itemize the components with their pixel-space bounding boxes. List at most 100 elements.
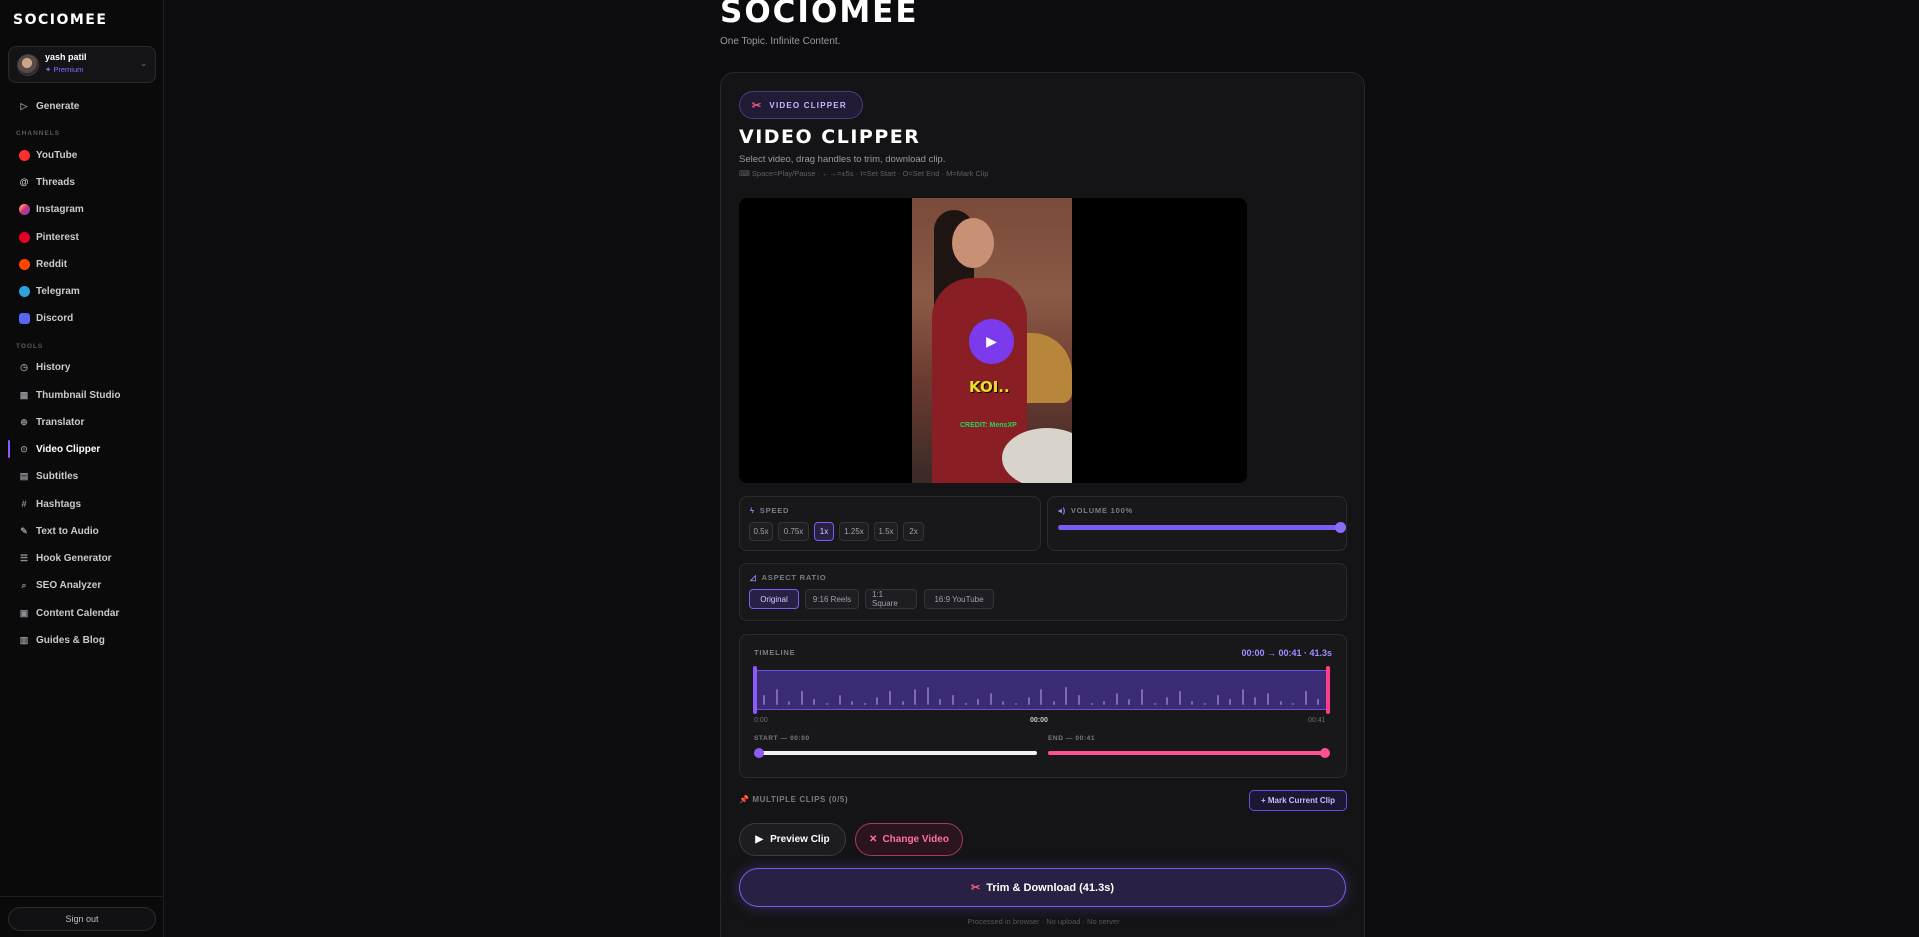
clock-icon: ◷ [20, 361, 28, 372]
waveform-tick [826, 703, 828, 705]
waveform-tick [1141, 689, 1143, 705]
speed-option-1.25x[interactable]: 1.25x [839, 522, 869, 541]
sidebar-logo[interactable]: SOCIOMEE [13, 12, 107, 28]
sidebar-item-reddit[interactable]: Reddit [8, 254, 158, 274]
timeline-label: TIMELINE [754, 648, 796, 657]
waveform-tick [775, 689, 778, 705]
mark-current-clip-button[interactable]: + Mark Current Clip [1249, 790, 1347, 811]
change-video-button[interactable]: ✕ Change Video [855, 823, 963, 856]
sidebar-item-video-clipper[interactable]: ⊙ Video Clipper [8, 439, 158, 459]
pencil-icon: ✎ [20, 525, 28, 536]
user-name: yash patil [45, 52, 87, 62]
sidebar: SOCIOMEE yash patil ✦ Premium ⌄ ▷ Genera… [0, 0, 164, 937]
youtube-icon [18, 149, 30, 161]
trim-end-handle[interactable] [1326, 666, 1330, 714]
trim-start-handle[interactable] [753, 666, 757, 714]
waveform-tick [1304, 691, 1307, 705]
sidebar-item-label: SEO Analyzer [36, 579, 102, 591]
sidebar-item-text-to-audio[interactable]: ✎ Text to Audio [8, 521, 158, 541]
sidebar-item-label: Threads [36, 176, 75, 188]
waveform-tick [1229, 699, 1232, 705]
speed-option-1x[interactable]: 1x [814, 522, 834, 541]
search-icon: ⌕ [21, 579, 27, 590]
end-slider-handle[interactable] [1320, 748, 1330, 758]
speed-option-2x[interactable]: 2x [903, 522, 924, 541]
sidebar-item-content-calendar[interactable]: ▣ Content Calendar [8, 603, 158, 623]
sidebar-item-generate[interactable]: ▷ Generate [8, 96, 158, 116]
globe-icon: ⊕ [20, 416, 28, 427]
multiple-clips-label: 📌 MULTIPLE CLIPS (0/5) [739, 795, 849, 804]
lightning-icon: ϟ [750, 506, 755, 515]
video-player[interactable]: KOI.. CREDIT: MensXP ▶ [739, 198, 1247, 483]
volume-slider-handle[interactable] [1335, 522, 1346, 533]
sidebar-item-hook-generator[interactable]: ☰ Hook Generator [8, 548, 158, 568]
start-slider-track[interactable] [758, 751, 1037, 755]
volume-slider-track[interactable] [1058, 525, 1341, 530]
sidebar-item-seo-analyzer[interactable]: ⌕ SEO Analyzer [8, 575, 158, 595]
sign-out-button[interactable]: Sign out [8, 907, 156, 931]
sidebar-item-label: Telegram [36, 285, 80, 297]
waveform-tick [1052, 701, 1055, 705]
page-brand-title: SOCIOMEE [720, 0, 919, 30]
book-open-icon: ▥ [19, 634, 29, 645]
sidebar-item-thumbnail-studio[interactable]: ▦ Thumbnail Studio [8, 385, 158, 405]
waveform-tick [977, 699, 980, 705]
play-icon: ▶ [986, 333, 997, 349]
sidebar-item-instagram[interactable]: Instagram [8, 199, 158, 219]
trim-download-button[interactable]: ✂ Trim & Download (41.3s) [739, 868, 1346, 907]
waveform-tick [1015, 703, 1017, 705]
waveform-tick [914, 689, 917, 705]
sidebar-item-label: Hook Generator [36, 552, 112, 564]
preview-clip-button[interactable]: ▶ Preview Clip [739, 823, 846, 856]
waveform-tick [863, 703, 866, 705]
waveform-tick [1204, 703, 1206, 705]
sidebar-item-telegram[interactable]: Telegram [8, 281, 158, 301]
aspect-option-9-16-reels[interactable]: 9:16 Reels [805, 589, 859, 609]
avatar [17, 54, 39, 76]
close-icon: ✕ [869, 834, 878, 845]
user-menu[interactable]: yash patil ✦ Premium ⌄ [8, 46, 156, 83]
aspect-ratio-label: ◿ ASPECT RATIO [750, 573, 827, 582]
sidebar-item-subtitles[interactable]: ▤ Subtitles [8, 466, 158, 486]
timeline-start-time: 0:00 [754, 717, 768, 724]
end-slider-track[interactable] [1048, 751, 1327, 755]
play-button[interactable]: ▶ [969, 319, 1014, 364]
sidebar-item-youtube[interactable]: YouTube [8, 145, 158, 165]
waveform-tick [1115, 693, 1118, 705]
speed-option-0.5x[interactable]: 0.5x [749, 522, 773, 541]
waveform-tick [1002, 701, 1005, 705]
aspect-option-1-1-square[interactable]: 1:1 Square [865, 589, 917, 609]
waveform-tick [901, 701, 904, 705]
speed-option-1.5x[interactable]: 1.5x [874, 522, 898, 541]
aspect-option-original[interactable]: Original [749, 589, 799, 609]
sidebar-item-translator[interactable]: ⊕ Translator [8, 412, 158, 432]
sidebar-item-guides-blog[interactable]: ▥ Guides & Blog [8, 630, 158, 650]
sidebar-item-label: Reddit [36, 258, 68, 270]
waveform-tick [1178, 691, 1181, 705]
sidebar-item-label: Video Clipper [36, 443, 101, 455]
start-slider-handle[interactable] [754, 748, 764, 758]
sidebar-item-pinterest[interactable]: Pinterest [8, 227, 158, 247]
aspect-option-16-9-youtube[interactable]: 16:9 YouTube [924, 589, 994, 609]
waveform-tick [952, 695, 954, 705]
video-caption: KOI.. [969, 378, 1010, 396]
timeline-waveform[interactable] [754, 670, 1329, 710]
video-scene-head [952, 218, 994, 268]
pinterest-icon [18, 231, 30, 243]
sidebar-item-label: Thumbnail Studio [36, 389, 121, 401]
sidebar-item-history[interactable]: ◷ History [8, 357, 158, 377]
waveform-tick [1128, 699, 1131, 705]
threads-icon: @ [19, 177, 29, 187]
tool-pill: ✂ VIDEO CLIPPER [739, 91, 863, 119]
sidebar-item-label: Instagram [36, 203, 84, 215]
sidebar-item-hashtags[interactable]: # Hashtags [8, 494, 158, 514]
waveform-tick [1267, 693, 1269, 705]
card-subtitle: Select video, drag handles to trim, down… [739, 154, 946, 165]
sidebar-item-threads[interactable]: @ Threads [8, 172, 158, 192]
timeline-current-time: 00:00 [1030, 717, 1048, 724]
speed-option-0.75x[interactable]: 0.75x [778, 522, 809, 541]
sidebar-item-discord[interactable]: Discord [8, 308, 158, 328]
waveform-tick [1090, 703, 1093, 705]
instagram-icon [18, 203, 30, 215]
sidebar-item-label: Translator [36, 416, 85, 428]
